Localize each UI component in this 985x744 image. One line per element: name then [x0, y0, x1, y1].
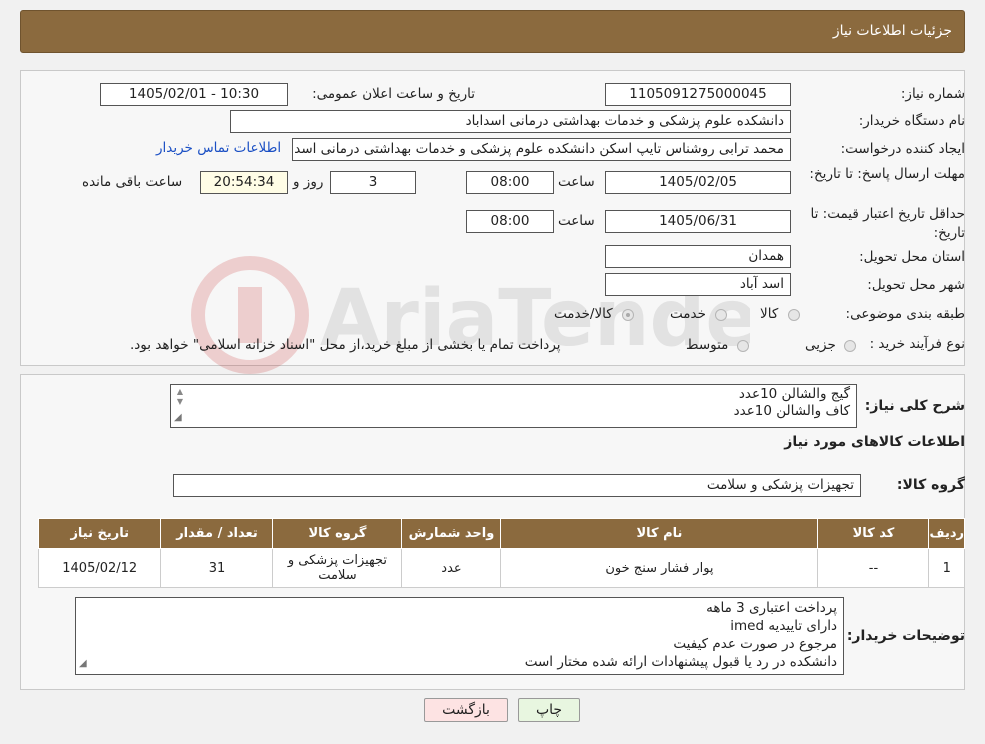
table-header-row: ردیف کد کالا نام کالا واحد شمارش گروه کا… [37, 518, 965, 549]
col-row: ردیف [928, 518, 965, 549]
province-field: همدان [605, 245, 791, 268]
creator-field: محمد ترابی روشناس تایپ اسکن دانشکده علوم… [292, 138, 791, 161]
buyer-note-line: پرداخت اعتباری 3 ماهه [706, 600, 837, 616]
process-label: نوع فرآیند خرید : [869, 336, 965, 352]
col-name: نام کالا [500, 518, 819, 549]
deadline-date-field: 1405/02/05 [605, 171, 791, 194]
validity-label: حداقل تاریخ اعتبار قیمت: تا تاریخ: [810, 206, 965, 241]
items-table: ردیف کد کالا نام کالا واحد شمارش گروه کا… [37, 518, 965, 588]
deadline-label: مهلت ارسال پاسخ: تا تاریخ: [809, 166, 965, 182]
category-radio-service[interactable] [715, 309, 727, 321]
validity-date-field: 1405/06/31 [605, 210, 791, 233]
buyer-notes-label: توضیحات خریدار: [846, 628, 965, 644]
category-label: طبقه بندی موضوعی: [845, 306, 965, 322]
deadline-time-field: 08:00 [466, 171, 554, 194]
buyer-note-line: دارای تاییدیه imed [730, 618, 837, 634]
remaining-time-field: 20:54:34 [200, 171, 288, 194]
description-line: گیج والشالن 10عدد [738, 386, 850, 402]
creator-label: ایجاد کننده درخواست: [840, 141, 965, 157]
buyer-note-line: دانشکده در رد یا قبول پیشنهادات ارائه شد… [524, 654, 837, 670]
col-qty: تعداد / مقدار [160, 518, 274, 549]
announce-field: 1405/02/01 - 10:30 [100, 83, 288, 106]
col-code: کد کالا [817, 518, 930, 549]
description-line: کاف والشالن 10عدد [733, 403, 850, 419]
process-note: پرداخت تمام یا بخشی از مبلغ خرید،از محل … [130, 337, 561, 353]
validity-time-field: 08:00 [466, 210, 554, 233]
col-date: تاریخ نیاز [37, 518, 162, 549]
table-row[interactable]: 1 -- پوار فشار سنج خون عدد تجهیزات پزشکی… [37, 548, 965, 588]
category-option-goods-service: کالا/خدمت [554, 306, 613, 322]
buyer-note-line: مرجوع در صورت عدم کیفیت [673, 636, 837, 652]
category-radio-goods-service[interactable] [622, 309, 634, 321]
cell-name: پوار فشار سنج خون [500, 548, 819, 588]
category-option-goods: کالا [760, 306, 779, 322]
back-button[interactable]: بازگشت [424, 698, 508, 722]
process-radio-medium[interactable] [737, 340, 749, 352]
scroll-arrows-icon[interactable]: ▲ ▼ [173, 387, 187, 407]
category-option-service: خدمت [670, 306, 706, 322]
page-header: جزئیات اطلاعات نیاز [20, 10, 965, 53]
cell-qty: 31 [160, 548, 274, 588]
description-textarea[interactable]: گیج والشالن 10عدد کاف والشالن 10عدد ▲ ▼ ◢ [170, 384, 857, 428]
page-title: جزئیات اطلاعات نیاز [832, 23, 952, 39]
cell-unit: عدد [401, 548, 502, 588]
deadline-time-label: ساعت [558, 174, 595, 190]
col-group: گروه کالا [272, 518, 403, 549]
goods-group-field: تجهیزات پزشکی و سلامت [173, 474, 861, 497]
goods-section-title: اطلاعات کالاهای مورد نیاز [784, 434, 965, 450]
remaining-label: ساعت باقی مانده [82, 174, 183, 190]
category-radio-goods[interactable] [788, 309, 800, 321]
resize-handle-icon[interactable]: ◢ [79, 655, 87, 673]
cell-row: 1 [928, 548, 965, 588]
city-label: شهر محل تحویل: [867, 277, 965, 293]
process-option-medium: متوسط [686, 337, 729, 353]
buyer-notes-textarea[interactable]: پرداخت اعتباری 3 ماهه دارای تاییدیه imed… [75, 597, 844, 675]
cell-date: 1405/02/12 [37, 548, 162, 588]
city-field: اسد آباد [605, 273, 791, 296]
description-label: شرح کلی نیاز: [864, 398, 965, 414]
need-number-field: 1105091275000045 [605, 83, 791, 106]
cell-code: -- [817, 548, 930, 588]
process-option-minor: جزیی [805, 337, 836, 353]
col-unit: واحد شمارش [401, 518, 502, 549]
resize-handle-icon[interactable]: ◢ [174, 409, 182, 426]
province-label: استان محل تحویل: [859, 249, 965, 265]
goods-group-label: گروه کالا: [896, 477, 965, 493]
need-number-label: شماره نیاز: [900, 86, 965, 102]
process-radio-minor[interactable] [844, 340, 856, 352]
days-label: روز و [293, 174, 324, 190]
print-button[interactable]: چاپ [518, 698, 580, 722]
buyer-contact-link[interactable]: اطلاعات تماس خریدار [156, 140, 281, 156]
cell-group: تجهیزات پزشکی و سلامت [272, 548, 403, 588]
buyer-field: دانشکده علوم پزشکی و خدمات بهداشتی درمان… [230, 110, 791, 133]
days-field: 3 [330, 171, 416, 194]
buyer-label: نام دستگاه خریدار: [858, 113, 965, 129]
validity-time-label: ساعت [558, 213, 595, 229]
announce-label: تاریخ و ساعت اعلان عمومی: [312, 86, 475, 102]
